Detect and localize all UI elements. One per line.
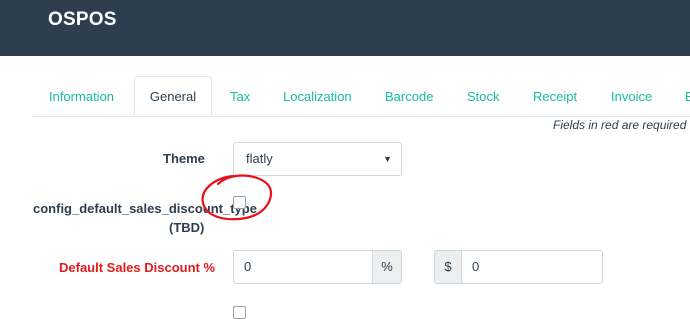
discount-type-label: config_default_sales_discount_type [33,201,257,216]
theme-select-value: flatly [246,151,273,166]
discount-type-label-tbd: (TBD) [169,220,205,235]
discount-percent-input[interactable]: 0 [233,250,373,284]
chevron-down-icon: ▼ [383,154,392,164]
percent-addon: % [372,250,402,284]
tab-stock[interactable]: Stock [467,76,500,116]
tab-invoice[interactable]: Invoice [611,76,652,116]
theme-select[interactable]: flatly ▼ [233,142,402,176]
tab-tax[interactable]: Tax [230,76,250,116]
brand-logo[interactable]: OSPOS [48,9,117,31]
tab-localization[interactable]: Localization [283,76,352,116]
required-fields-note: Fields in red are required [553,118,687,132]
tab-receipt[interactable]: Receipt [533,76,577,116]
currency-addon: $ [434,250,462,284]
top-navbar: OSPOS [0,0,690,56]
tab-information[interactable]: Information [49,76,114,116]
theme-label: Theme [163,151,205,166]
tab-barcode[interactable]: Barcode [385,76,433,116]
tab-general[interactable]: General [134,76,212,116]
default-discount-label: Default Sales Discount % [59,260,216,275]
tab-more[interactable]: E [685,76,690,116]
next-row-checkbox[interactable] [233,306,246,319]
config-tabs: Information General Tax Localization Bar… [33,76,690,117]
discount-type-checkbox[interactable] [233,196,246,209]
discount-currency-input[interactable]: 0 [461,250,603,284]
